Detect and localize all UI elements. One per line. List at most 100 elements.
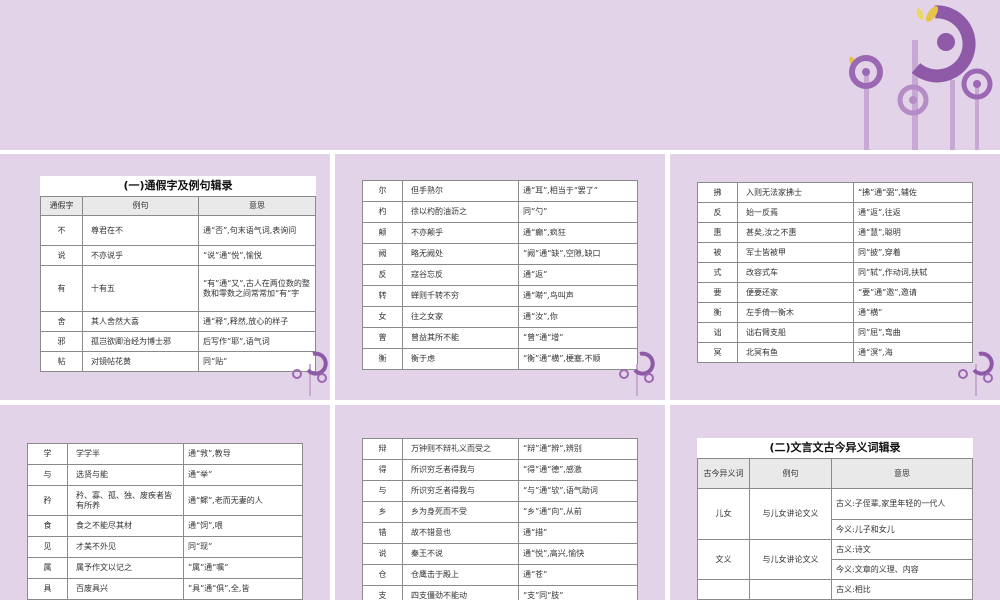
slide-panel-3: 拂入则无法家拂士 “拂”通“弼”,辅佐 反始一反焉 通“返”,往返 惠甚矣,汝之不惠… — [670, 154, 1000, 400]
example-cell: 便要还家 — [737, 282, 854, 303]
example-cell: 百废具兴 — [67, 578, 184, 600]
example-cell: 曾益其所不能 — [402, 327, 519, 349]
meaning-cell: “得”通“德”,感激 — [518, 459, 638, 481]
example-cell: 秦王不说 — [402, 543, 519, 565]
word-cell: 曾 — [362, 327, 403, 349]
meaning-cell: 通“返”,往返 — [853, 202, 973, 223]
table-sheet-5: 辩万钟则不辩礼义而受之 “辩”通“辨”,辨别 得所识穷乏者得我与 “得”通“德”,感… — [362, 438, 638, 600]
word-cell: 不 — [40, 215, 83, 246]
word-cell: 支 — [362, 585, 403, 600]
example-cell: 孤岂欲卿治经为博士邪 — [82, 331, 199, 352]
flower-decoration-icon — [849, 5, 993, 150]
example-cell: 仓鹰击于殿上 — [402, 564, 519, 586]
table-row: 有 十有五 “有”通“又”,古人在两位数的整数和零数之间常常加“有”字 — [40, 265, 316, 312]
example-cell: 所识穷乏者得我与 — [402, 459, 519, 481]
example-cell: 矜、寡、孤、独、废疾者皆有所养 — [67, 485, 184, 516]
meaning-cell: 通“返” — [518, 264, 638, 286]
word-cell: 学 — [27, 443, 68, 465]
word-cell: 冥 — [697, 342, 738, 363]
example-cell: 不亦颠乎 — [402, 222, 519, 244]
table-row: 衡左手倚一衡木 通“横” — [697, 302, 973, 323]
example-cell: 军士皆被甲 — [737, 242, 854, 263]
mini-flower-icon — [619, 351, 655, 396]
table-row: 仓仓鹰击于殿上 通“苍” — [362, 564, 638, 586]
table-row: 得所识穷乏者得我与 “得”通“德”,感激 — [362, 459, 638, 481]
word-cell: 舍 — [40, 311, 83, 332]
table-sheet-2: 尔但手熟尔 通“耳”,相当于“罢了” 杓徐以杓酌油沥之 同“勺” 颠不亦颠乎 通“癫”… — [362, 180, 638, 370]
example-cell: 学学半 — [67, 443, 184, 465]
table-row: 杓徐以杓酌油沥之 同“勺” — [362, 201, 638, 223]
table-row: 被军士皆被甲 同“披”,穿着 — [697, 242, 973, 263]
meaning-cell: 同“披”,穿着 — [853, 242, 973, 263]
word-cell: 属 — [27, 557, 68, 579]
table-row: 学学学半 通“敩”,教导 — [27, 443, 303, 465]
example-cell: 万钟则不辩礼义而受之 — [402, 438, 519, 460]
meaning-cell: “阙”通“缺”,空隙,缺口 — [518, 243, 638, 265]
meaning-cell: “具”通“俱”,全,皆 — [183, 578, 303, 600]
meaning-cell: 古义:诗文 — [831, 539, 973, 560]
tongjiazi-table: 通假字 例句 意思 不 尊君在不 通“否”,句末语气词,表询问 说 不亦说乎 “… — [40, 196, 316, 372]
meaning-cell: 通“汝”,你 — [518, 306, 638, 328]
example-cell: 对镜帖花黄 — [82, 351, 199, 372]
header-cell: 通假字 — [40, 196, 83, 216]
table-row: 辩万钟则不辩礼义而受之 “辩”通“辨”,辨别 — [362, 438, 638, 460]
table-row: 诎诎右臂支船 同“屈”,弯曲 — [697, 322, 973, 343]
table-row: 要便要还家 “要”通“邀”,邀请 — [697, 282, 973, 303]
header-cell: 古今异义词 — [697, 458, 750, 489]
table-row: 与选贤与能 通“举” — [27, 464, 303, 486]
word-cell: 具 — [27, 578, 68, 600]
word-cell: 要 — [697, 282, 738, 303]
meaning-cell: “支”同“肢” — [518, 585, 638, 600]
slide-panel-6: (二)文言文古今异义词辑录 古今异义词 例句 意思 儿女 与儿女讲论文义 古义:… — [670, 405, 1000, 600]
meaning-cell: 通“措” — [518, 522, 638, 544]
word-cell: 说 — [40, 245, 83, 266]
word-cell: 文义 — [697, 539, 750, 580]
word-cell: 拂 — [697, 182, 738, 203]
word-cell: 诎 — [697, 322, 738, 343]
word-cell: 杓 — [362, 201, 403, 223]
meaning-cell: 通“举” — [183, 464, 303, 486]
example-cell: 但手熟尔 — [402, 180, 519, 202]
word-cell: 说 — [362, 543, 403, 565]
section-title: (一)通假字及例句辑录 — [40, 176, 316, 196]
tongjiazi-table-cont: 尔但手熟尔 通“耳”,相当于“罢了” 杓徐以杓酌油沥之 同“勺” 颠不亦颠乎 通“癫”… — [362, 180, 638, 370]
example-cell: 改容式车 — [737, 262, 854, 283]
slide-panel-1: (一)通假字及例句辑录 通假字 例句 意思 不 尊君在不 通“否”,句末语气词,… — [0, 154, 330, 400]
slide-panel-5: 辩万钟则不辩礼义而受之 “辩”通“辨”,辨别 得所识穷乏者得我与 “得”通“德”,感… — [335, 405, 665, 600]
slide-panel-2: 尔但手熟尔 通“耳”,相当于“罢了” 杓徐以杓酌油沥之 同“勺” 颠不亦颠乎 通“癫”… — [335, 154, 665, 400]
meaning-cell: 今义:儿子和女儿 — [831, 519, 973, 540]
word-cell: 得 — [362, 459, 403, 481]
table-row: 阙略无阙处 “阙”通“缺”,空隙,缺口 — [362, 243, 638, 265]
word-cell: 式 — [697, 262, 738, 283]
example-cell: 四支僵劲不能动 — [402, 585, 519, 600]
table-row: 乡乡为身死而不受 “乡”通“向”,从前 — [362, 501, 638, 523]
meaning-cell: 通“横” — [853, 302, 973, 323]
meaning-cell: 通“释”,释然,放心的样子 — [198, 311, 316, 332]
meaning-cell: 同“勺” — [518, 201, 638, 223]
table-sheet-4: 学学学半 通“敩”,教导 与选贤与能 通“举” 矜矜、寡、孤、独、废疾者皆有所养 通“… — [27, 443, 303, 600]
example-cell — [749, 579, 832, 600]
example-cell: 不亦说乎 — [82, 245, 199, 266]
example-cell: 其人舍然大喜 — [82, 311, 199, 332]
table-row: 见才美不外见 同“现” — [27, 536, 303, 558]
mini-flower-icon — [292, 351, 328, 396]
table-row: 古义:相比 — [697, 579, 973, 600]
table-row: 女往之女家 通“汝”,你 — [362, 306, 638, 328]
table-row: 错故不错意也 通“措” — [362, 522, 638, 544]
example-cell: 始一反焉 — [737, 202, 854, 223]
word-cell: 阙 — [362, 243, 403, 265]
table-row: 反始一反焉 通“返”,往返 — [697, 202, 973, 223]
table-row: 冥北冥有鱼 通“溟”,海 — [697, 342, 973, 363]
meaning-cell: 后写作“耶”,语气词 — [198, 331, 316, 352]
example-cell: 才美不外见 — [67, 536, 184, 558]
table-row: 说秦王不说 通“悦”,高兴,愉快 — [362, 543, 638, 565]
word-cell: 仓 — [362, 564, 403, 586]
meaning-cell: 同“屈”,弯曲 — [853, 322, 973, 343]
header-cell: 意思 — [831, 458, 973, 489]
mini-flower-icon — [958, 351, 994, 396]
example-cell: 乡为身死而不受 — [402, 501, 519, 523]
word-cell: 错 — [362, 522, 403, 544]
word-cell: 有 — [40, 265, 83, 312]
table-row: 支四支僵劲不能动 “支”同“肢” — [362, 585, 638, 600]
meaning-cell: 今义:文章的义理、内容 — [831, 559, 973, 580]
